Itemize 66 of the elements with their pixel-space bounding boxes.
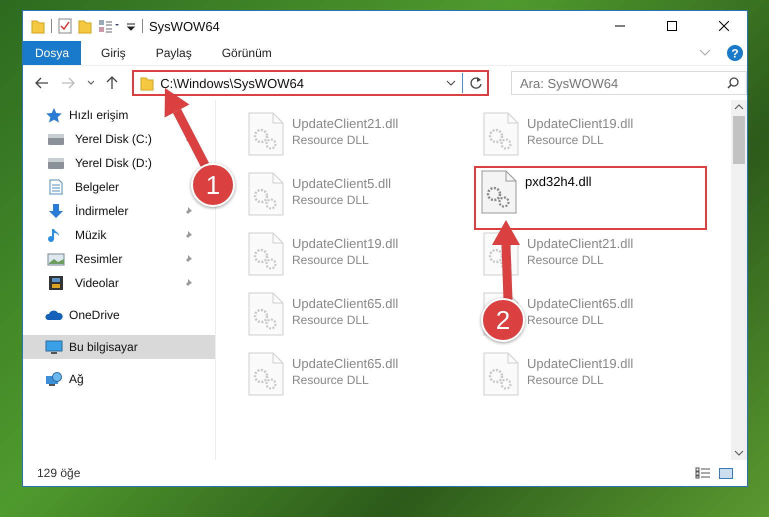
computer-icon xyxy=(45,339,63,355)
sidebar-item[interactable]: Yerel Disk (D:) xyxy=(23,151,193,175)
download-icon xyxy=(47,203,65,219)
file-type: Resource DLL xyxy=(292,373,370,387)
pictures-icon xyxy=(47,251,65,267)
sidebar-item[interactable]: Yerel Disk (C:) xyxy=(23,127,193,151)
search-field[interactable]: Ara: SysWOW64 xyxy=(510,71,747,95)
sidebar-item[interactable]: Ağ xyxy=(23,367,191,391)
sidebar-item[interactable]: OneDrive xyxy=(23,303,191,327)
recent-dropdown-icon[interactable] xyxy=(86,80,94,86)
address-path: C:\Windows\SysWOW64 xyxy=(160,76,305,90)
file-type: Resource DLL xyxy=(292,313,370,327)
folder-icon xyxy=(140,75,154,91)
file-type: Resource DLL xyxy=(292,133,370,147)
file-type: Resource DLL xyxy=(527,133,605,147)
ribbon-tab[interactable]: Görünüm xyxy=(212,41,282,65)
file-type: Resource DLL xyxy=(527,313,605,327)
window-title: SysWOW64 xyxy=(149,18,220,34)
sidebar-item[interactable]: Hızlı erişim xyxy=(23,103,191,127)
file-name[interactable]: UpdateClient5.dll xyxy=(292,176,392,191)
maximize-icon xyxy=(667,21,677,31)
file-name[interactable]: UpdateClient19.dll xyxy=(527,116,634,131)
ribbon-tab[interactable]: Dosya xyxy=(23,41,82,65)
file-type: Resource DLL xyxy=(527,373,605,387)
drive-icon xyxy=(47,155,65,171)
address-bar[interactable]: C:\Windows\SysWOW64 xyxy=(132,70,489,96)
file-name[interactable]: UpdateClient21.dll xyxy=(527,236,634,251)
documents-icon xyxy=(47,179,65,195)
sidebar-item[interactable]: Bu bilgisayar xyxy=(23,335,215,359)
network-icon xyxy=(45,371,63,387)
file-name[interactable]: UpdateClient19.dll xyxy=(292,236,398,251)
up-arrow-icon[interactable] xyxy=(106,76,118,90)
scroll-down-icon[interactable] xyxy=(734,450,744,456)
large-icons-view-icon[interactable] xyxy=(719,467,733,479)
ribbon-tab[interactable]: Paylaş xyxy=(146,41,202,65)
file-type: Resource DLL xyxy=(292,193,370,207)
drive-icon xyxy=(47,131,65,147)
star-icon xyxy=(45,107,63,123)
file-name[interactable]: UpdateClient65.dll xyxy=(292,356,398,371)
close-icon xyxy=(719,21,729,31)
search-icon[interactable] xyxy=(726,77,739,89)
sidebar-item[interactable]: İndirmeler xyxy=(23,199,193,223)
help-icon[interactable]: ? xyxy=(727,45,743,61)
scrollbar[interactable] xyxy=(731,100,747,460)
videos-icon xyxy=(47,275,65,291)
properties-icon[interactable] xyxy=(98,18,120,34)
dropdown-icon[interactable] xyxy=(446,80,456,86)
file-type: Resource DLL xyxy=(527,253,605,267)
sidebar-item[interactable]: Müzik xyxy=(23,223,193,247)
file-name[interactable]: UpdateClient21.dll xyxy=(292,116,398,131)
file-name[interactable]: pxd32h4.dll xyxy=(525,174,592,189)
checklist-icon[interactable] xyxy=(58,18,72,34)
refresh-icon[interactable] xyxy=(468,76,483,90)
file-type: Resource DLL xyxy=(292,253,370,267)
scroll-up-icon[interactable] xyxy=(734,104,744,110)
sidebar-item[interactable]: Resimler xyxy=(23,247,193,271)
file-name[interactable]: UpdateClient19.dll xyxy=(527,356,634,371)
item-count: 129 öğe xyxy=(37,466,80,480)
file-name[interactable]: UpdateClient65.dll xyxy=(527,296,634,311)
file-name[interactable]: UpdateClient65.dll xyxy=(292,296,398,311)
scroll-thumb[interactable] xyxy=(733,116,745,164)
details-view-icon[interactable] xyxy=(695,467,711,479)
ribbon-tab[interactable]: Giriş xyxy=(91,41,136,65)
sidebar-item[interactable]: Belgeler xyxy=(23,175,193,199)
sidebar-item[interactable]: Videolar xyxy=(23,271,193,295)
back-arrow-icon[interactable] xyxy=(35,77,49,89)
